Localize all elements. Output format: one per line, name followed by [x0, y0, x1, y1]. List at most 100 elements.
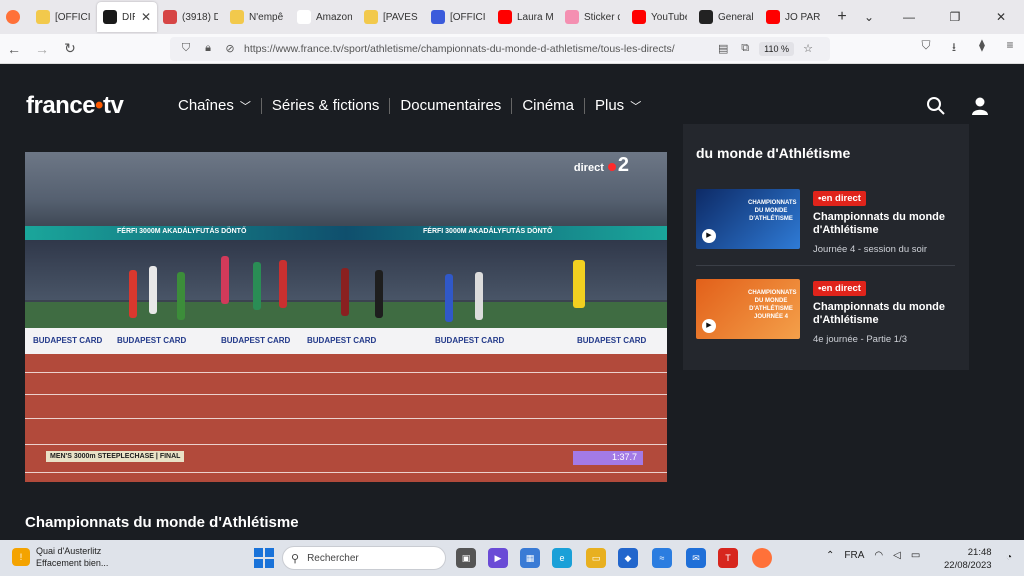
firefox-taskbar-icon[interactable]: [752, 548, 772, 568]
app-icon[interactable]: ≈: [652, 548, 672, 568]
francetv-logo[interactable]: france•tv: [26, 92, 124, 120]
reader-view-icon[interactable]: ▤: [715, 42, 731, 55]
browser-tab[interactable]: YouTube: [626, 2, 693, 32]
section-title: Championnats du monde d'Athlétisme: [25, 514, 299, 531]
j-icon: [431, 10, 445, 24]
battery-icon[interactable]: ▭: [911, 550, 920, 561]
runner: [279, 260, 287, 308]
youtube-icon: [766, 10, 780, 24]
menu-plus[interactable]: Plus ﹀: [585, 97, 651, 114]
tab-label: [OFFICIE: [55, 11, 91, 23]
play-icon[interactable]: ▶: [702, 319, 716, 333]
warning-icon: !: [12, 548, 30, 566]
tab-label: N'empê: [249, 11, 284, 23]
url-text[interactable]: https://www.france.tv/sport/athletisme/c…: [244, 43, 715, 55]
thumb-label: CHAMPIONNATS DU MONDE D'ATHLÉTISME: [748, 200, 797, 222]
live-card-thumbnail[interactable]: CHAMPIONNATS DU MONDE D'ATHLÉTISME JOURN…: [696, 279, 800, 339]
browser-navbar: ← → ↻ ⛉ 🔒︎ ⊘ https://www.france.tv/sport…: [0, 34, 1024, 64]
emoji-icon: [230, 10, 244, 24]
file-explorer-icon[interactable]: ▭: [586, 548, 606, 568]
browser-tab[interactable]: [OFFICIE: [425, 2, 492, 32]
card-title[interactable]: Championnats du monde d'Athlétisme: [813, 211, 963, 237]
browser-tab[interactable]: DIREC LECTU ✕: [97, 2, 157, 32]
card-title[interactable]: Championnats du monde d'Athlétisme: [813, 301, 963, 327]
pocket-icon[interactable]: ⛉: [912, 38, 940, 59]
restore-icon[interactable]: ❐: [932, 10, 978, 24]
clock-time: 21:48: [967, 547, 992, 558]
permissions-icon[interactable]: ⊘: [222, 42, 238, 55]
downloads-icon[interactable]: ⭳: [940, 38, 968, 59]
language-indicator[interactable]: FRA: [844, 550, 864, 561]
browser-tab[interactable]: Laura M: [492, 2, 559, 32]
live-card[interactable]: CHAMPIONNATS DU MONDE D'ATHLÉTISME JOURN…: [696, 279, 958, 345]
tab-label: General: [718, 11, 754, 23]
sticker-icon: [565, 10, 579, 24]
screenshot-icon[interactable]: ⧉: [737, 42, 753, 55]
app-menu-icon[interactable]: ≡: [996, 38, 1024, 59]
search-placeholder: Rechercher: [307, 552, 359, 564]
tab-label: Laura M: [517, 11, 553, 23]
volume-icon[interactable]: ◁: [893, 550, 901, 561]
weather-widget[interactable]: ! Quai d'Austerlitz Effacement bien...: [12, 545, 108, 569]
advertising-boards: BUDAPEST CARD BUDAPEST CARD BUDAPEST CAR…: [25, 328, 667, 354]
browser-tab[interactable]: Amazon: [291, 2, 358, 32]
browser-tab[interactable]: Sticker d: [559, 2, 626, 32]
card-divider: [696, 265, 955, 266]
menu-series[interactable]: Séries & fictions: [262, 97, 390, 114]
mail-icon[interactable]: ✉: [686, 548, 706, 568]
menu-cinema[interactable]: Cinéma: [512, 97, 584, 114]
extensions-icon[interactable]: ⧫: [968, 38, 996, 59]
store-icon[interactable]: ▦: [520, 548, 540, 568]
browser-tab[interactable]: (3918) D: [157, 2, 224, 32]
browser-tab[interactable]: General: [693, 2, 760, 32]
menu-documentaires[interactable]: Documentaires: [390, 97, 511, 114]
close-window-icon[interactable]: ✕: [978, 10, 1024, 24]
new-tab-button[interactable]: +: [827, 2, 857, 32]
menu-chaines[interactable]: Chaînes ﹀: [168, 97, 261, 114]
live-dot-icon: [607, 163, 616, 171]
zoom-level[interactable]: 110 %: [759, 41, 794, 56]
card-subtitle: 4e journée - Partie 1/3: [813, 334, 908, 345]
browser-tab[interactable]: [PAVES H: [358, 2, 425, 32]
live-directs-panel: du monde d'Athlétisme CHAMPIONNATS DU MO…: [683, 124, 969, 370]
logo-text-tv: tv: [102, 92, 124, 119]
minimize-icon[interactable]: —: [886, 10, 932, 24]
tab-label: [OFFICIE: [450, 11, 486, 23]
reload-icon[interactable]: ↻: [56, 40, 84, 57]
browser-tab[interactable]: N'empê: [224, 2, 291, 32]
task-view-icon[interactable]: ▣: [456, 548, 476, 568]
tab-label: Amazon: [316, 11, 352, 23]
search-icon[interactable]: [926, 96, 946, 122]
windows-start-icon[interactable]: [254, 548, 274, 568]
lock-icon[interactable]: 🔒︎: [200, 42, 216, 55]
live-card[interactable]: CHAMPIONNATS DU MONDE D'ATHLÉTISME ▶ •en…: [696, 189, 958, 255]
runner: [375, 270, 383, 318]
address-bar[interactable]: ⛉ 🔒︎ ⊘ https://www.france.tv/sport/athle…: [170, 36, 830, 61]
video-player[interactable]: FÉRFI 3000M AKADÁLYFUTÁS DÖNTŐ FÉRFI 300…: [25, 152, 667, 482]
close-tab-icon[interactable]: ✕: [141, 10, 151, 24]
browser-tab[interactable]: [OFFICIE: [30, 2, 97, 32]
runner: [475, 272, 483, 320]
tab-label: JO PARIS: [785, 11, 821, 23]
browser-tab[interactable]: JO PARIS: [760, 2, 827, 32]
runner: [573, 260, 585, 308]
list-all-tabs-button[interactable]: ⌄: [857, 2, 881, 32]
chat-icon[interactable]: ▶: [488, 548, 508, 568]
notification-icon[interactable]: ◔: [1006, 552, 1012, 563]
taskbar-clock[interactable]: 21:48 22/08/2023: [944, 546, 992, 572]
firefox-menu-icon[interactable]: [0, 2, 30, 32]
wifi-icon[interactable]: ◠: [874, 550, 883, 561]
chevron-up-icon[interactable]: ⌃: [826, 550, 834, 561]
bookmark-star-icon[interactable]: ☆: [800, 42, 816, 55]
live-card-thumbnail[interactable]: CHAMPIONNATS DU MONDE D'ATHLÉTISME ▶: [696, 189, 800, 249]
back-icon[interactable]: ←: [0, 41, 28, 57]
shield-icon[interactable]: ⛉: [178, 42, 194, 55]
forward-icon[interactable]: →: [28, 41, 56, 57]
window-controls: — ❐ ✕: [886, 10, 1024, 24]
taskbar-search[interactable]: ⚲ Rechercher: [282, 546, 446, 570]
play-icon[interactable]: ▶: [702, 229, 716, 243]
tlc-app-icon[interactable]: T: [718, 548, 738, 568]
edge-icon[interactable]: e: [552, 548, 572, 568]
copilot-icon[interactable]: ◆: [618, 548, 638, 568]
account-icon[interactable]: [970, 96, 990, 122]
